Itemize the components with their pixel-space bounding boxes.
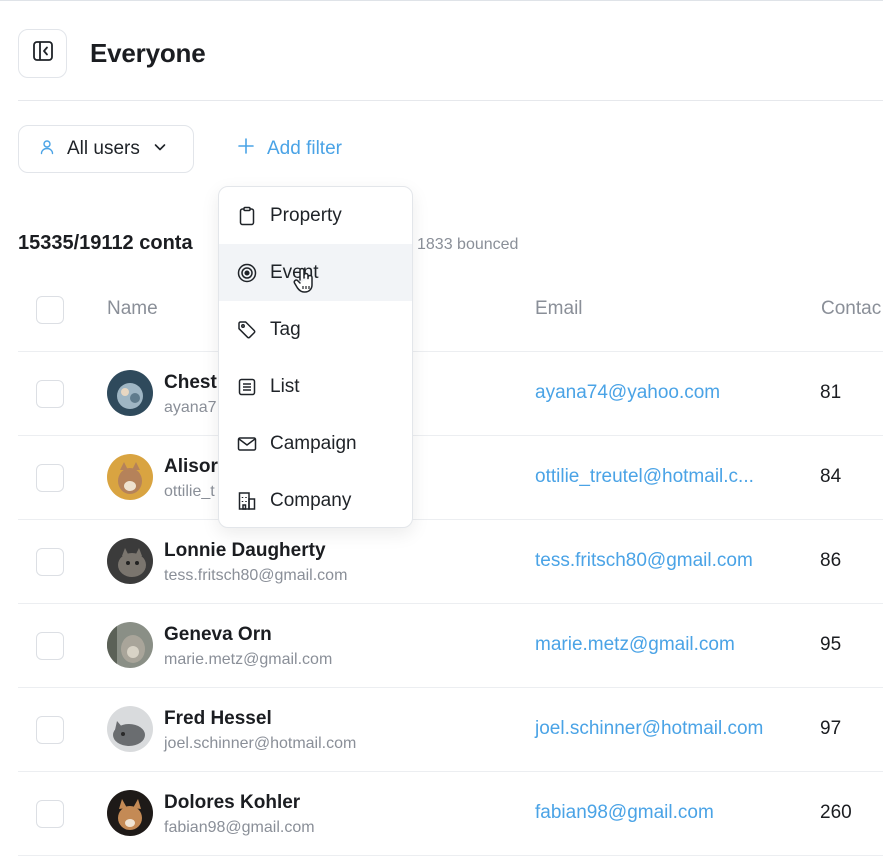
segment-select[interactable]: All users <box>18 125 194 173</box>
contact-subtext: fabian98@gmail.com <box>164 819 315 836</box>
contact-email-link[interactable]: ayana74@yahoo.com <box>535 382 720 404</box>
contact-email-link[interactable]: marie.metz@gmail.com <box>535 634 735 656</box>
sidebar-collapse-icon <box>32 40 54 67</box>
avatar <box>107 370 153 416</box>
filter-menu-label: Company <box>270 489 352 511</box>
contact-subtext: ottilie_t <box>164 483 215 500</box>
tag-icon <box>236 319 258 341</box>
mail-icon <box>236 433 258 455</box>
column-header-contacts[interactable]: Contac <box>821 298 881 320</box>
avatar <box>107 790 153 836</box>
filter-menu-label: Campaign <box>270 432 357 454</box>
contact-count: 95 <box>820 634 842 655</box>
contact-count: 260 <box>820 802 852 823</box>
contact-email-link[interactable]: ottilie_treutel@hotmail.c... <box>535 466 754 488</box>
add-filter-menu: Property Event Tag List Campaign Company <box>218 186 413 528</box>
row-checkbox[interactable] <box>36 632 64 660</box>
hand-pointer-cursor-icon <box>292 266 318 299</box>
column-header-email[interactable]: Email <box>535 298 583 320</box>
contact-count: 81 <box>820 382 842 403</box>
select-all-checkbox[interactable] <box>36 296 64 324</box>
user-icon <box>39 139 55 160</box>
avatar <box>107 706 153 752</box>
contact-name: Chest <box>164 372 217 393</box>
avatar <box>107 538 153 584</box>
table-row[interactable]: Chest ayana7 ayana74@yahoo.com 81 <box>18 352 883 436</box>
contacts-summary: 15335/19112 conta <box>18 232 193 254</box>
page-header: Everyone <box>18 28 206 78</box>
contact-subtext: tess.fritsch80@gmail.com <box>164 567 348 584</box>
table-row[interactable]: Lonnie Daugherty tess.fritsch80@gmail.co… <box>18 520 883 604</box>
row-checkbox[interactable] <box>36 548 64 576</box>
contact-name: Fred Hessel <box>164 708 272 729</box>
contact-subtext: joel.schinner@hotmail.com <box>164 735 357 752</box>
filter-menu-item-company[interactable]: Company <box>219 472 412 529</box>
contact-email-link[interactable]: joel.schinner@hotmail.com <box>535 718 763 740</box>
row-checkbox[interactable] <box>36 716 64 744</box>
contact-count: 97 <box>820 718 842 739</box>
contacts-table: Name Email Contac Chest ayana7 ayana74@y… <box>18 268 883 856</box>
add-filter-button[interactable]: Add filter <box>237 130 342 168</box>
window-top-border <box>0 0 883 1</box>
filter-menu-label: List <box>270 375 300 397</box>
table-row[interactable]: Fred Hessel joel.schinner@hotmail.com jo… <box>18 688 883 772</box>
row-checkbox[interactable] <box>36 800 64 828</box>
contact-name: Dolores Kohler <box>164 792 301 813</box>
table-row[interactable]: Geneva Orn marie.metz@gmail.com marie.me… <box>18 604 883 688</box>
building-icon <box>236 490 258 512</box>
contact-email-link[interactable]: tess.fritsch80@gmail.com <box>535 550 753 572</box>
contact-subtext: ayana7 <box>164 399 217 416</box>
contact-count: 86 <box>820 550 842 571</box>
table-row[interactable]: Dolores Kohler fabian98@gmail.com fabian… <box>18 772 883 856</box>
list-icon <box>236 376 258 398</box>
filter-menu-item-campaign[interactable]: Campaign <box>219 415 412 472</box>
target-icon <box>236 262 258 284</box>
avatar <box>107 622 153 668</box>
contact-name: Alisor <box>164 456 218 477</box>
column-header-name[interactable]: Name <box>107 298 158 320</box>
bounced-count: 1833 bounced <box>417 236 519 253</box>
row-checkbox[interactable] <box>36 380 64 408</box>
filter-menu-item-list[interactable]: List <box>219 358 412 415</box>
contact-count: 84 <box>820 466 842 487</box>
table-row[interactable]: Alisor ottilie_t ottilie_treutel@hotmail… <box>18 436 883 520</box>
contact-email-link[interactable]: fabian98@gmail.com <box>535 802 714 824</box>
filter-menu-item-tag[interactable]: Tag <box>219 301 412 358</box>
page-title: Everyone <box>90 37 206 68</box>
contact-name: Lonnie Daugherty <box>164 540 326 561</box>
chevron-down-icon <box>152 139 168 160</box>
filter-menu-label: Property <box>270 204 342 226</box>
avatar <box>107 454 153 500</box>
add-filter-label: Add filter <box>267 138 342 159</box>
contact-subtext: marie.metz@gmail.com <box>164 651 333 668</box>
filter-menu-item-property[interactable]: Property <box>219 187 412 244</box>
table-header: Name Email Contac <box>18 268 883 352</box>
clipboard-icon <box>236 205 258 227</box>
filter-menu-label: Tag <box>270 318 301 340</box>
contact-name: Geneva Orn <box>164 624 272 645</box>
row-checkbox[interactable] <box>36 464 64 492</box>
segment-label: All users <box>67 138 140 159</box>
plus-icon <box>237 137 255 161</box>
sidebar-toggle-button[interactable] <box>18 28 67 78</box>
header-divider <box>18 100 883 101</box>
